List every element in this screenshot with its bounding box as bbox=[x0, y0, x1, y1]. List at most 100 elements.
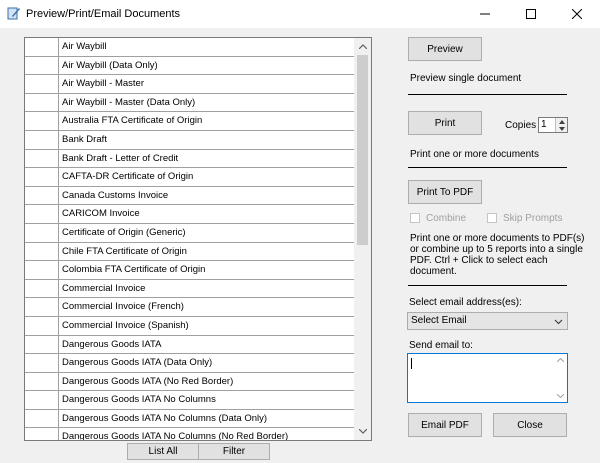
list-item[interactable]: Air Waybill bbox=[25, 38, 354, 57]
scroll-thumb[interactable] bbox=[357, 55, 368, 245]
document-name: Bank Draft bbox=[59, 131, 354, 150]
email-address-select[interactable]: Select Email bbox=[407, 312, 568, 330]
window-title: Preview/Print/Email Documents bbox=[26, 8, 181, 20]
chevron-up-icon bbox=[558, 119, 565, 124]
text-caret bbox=[411, 358, 412, 369]
row-header-cell[interactable] bbox=[25, 279, 59, 299]
copies-value: 1 bbox=[541, 119, 547, 130]
list-item[interactable]: CAFTA-DR Certificate of Origin bbox=[25, 168, 354, 187]
list-item[interactable]: Commercial Invoice bbox=[25, 279, 354, 299]
row-header-cell[interactable] bbox=[25, 354, 59, 373]
row-header-cell[interactable] bbox=[25, 56, 59, 76]
row-header-cell[interactable] bbox=[25, 223, 59, 243]
list-item[interactable]: Bank Draft - Letter of Credit bbox=[25, 149, 354, 169]
list-scrollbar[interactable] bbox=[354, 38, 371, 440]
print-description: Print one or more documents bbox=[410, 149, 539, 160]
row-header-cell[interactable] bbox=[25, 242, 59, 262]
scroll-down-button[interactable] bbox=[354, 423, 371, 440]
list-item[interactable]: Dangerous Goods IATA (Data Only) bbox=[25, 354, 354, 373]
document-name: Australia FTA Certificate of Origin bbox=[59, 112, 354, 131]
row-header-cell[interactable] bbox=[25, 205, 59, 224]
minimize-button[interactable] bbox=[462, 0, 508, 28]
row-header-cell[interactable] bbox=[25, 298, 59, 317]
list-item[interactable]: Dangerous Goods IATA No Columns (No Red … bbox=[25, 428, 354, 440]
document-name: Air Waybill bbox=[59, 38, 354, 57]
list-item[interactable]: Air Waybill - Master (Data Only) bbox=[25, 93, 354, 113]
send-email-label: Send email to: bbox=[409, 340, 473, 351]
document-name: Bank Draft - Letter of Credit bbox=[59, 150, 354, 169]
divider bbox=[408, 94, 567, 95]
copies-decrement[interactable] bbox=[556, 125, 567, 132]
chevron-down-icon bbox=[553, 390, 567, 402]
list-item[interactable]: CARICOM Invoice bbox=[25, 205, 354, 224]
maximize-button[interactable] bbox=[508, 0, 554, 28]
pdf-description-line: document. bbox=[410, 266, 457, 277]
row-header-cell[interactable] bbox=[25, 168, 59, 187]
pdf-description-line: or combine up to 5 reports into a single bbox=[410, 244, 583, 255]
list-all-button[interactable]: List All bbox=[127, 443, 199, 460]
list-item[interactable]: Commercial Invoice (French) bbox=[25, 298, 354, 317]
document-name: Dangerous Goods IATA No Columns (No Red … bbox=[59, 428, 354, 440]
list-item[interactable]: Bank Draft bbox=[25, 130, 354, 150]
document-name: Dangerous Goods IATA (Data Only) bbox=[59, 354, 354, 373]
send-email-input[interactable] bbox=[407, 353, 568, 403]
document-name: Air Waybill - Master (Data Only) bbox=[59, 94, 354, 113]
row-header-cell[interactable] bbox=[25, 316, 59, 336]
list-item[interactable]: Air Waybill (Data Only) bbox=[25, 56, 354, 76]
document-name: Dangerous Goods IATA No Columns (Data On… bbox=[59, 410, 354, 429]
list-item[interactable]: Dangerous Goods IATA bbox=[25, 335, 354, 355]
divider bbox=[408, 285, 567, 286]
pdf-description: Print one or more documents to PDF(s) or… bbox=[410, 233, 585, 277]
list-item[interactable]: Dangerous Goods IATA (No Red Border) bbox=[25, 372, 354, 392]
filter-button[interactable]: Filter bbox=[198, 443, 270, 460]
row-header-cell[interactable] bbox=[25, 149, 59, 169]
skip-prompts-label: Skip Prompts bbox=[503, 213, 563, 224]
chevron-down-icon bbox=[358, 429, 367, 434]
row-header-cell[interactable] bbox=[25, 372, 59, 392]
scroll-up-button[interactable] bbox=[354, 38, 371, 55]
chevron-up-icon bbox=[553, 354, 567, 366]
row-header-cell[interactable] bbox=[25, 261, 59, 280]
document-name: Commercial Invoice (French) bbox=[59, 298, 354, 317]
document-name: Commercial Invoice bbox=[59, 280, 354, 299]
list-item[interactable]: Chile FTA Certificate of Origin bbox=[25, 242, 354, 262]
list-item[interactable]: Dangerous Goods IATA No Columns (Data On… bbox=[25, 409, 354, 429]
row-header-cell[interactable] bbox=[25, 409, 59, 429]
list-item[interactable]: Canada Customs Invoice bbox=[25, 186, 354, 206]
chevron-down-icon bbox=[558, 126, 565, 131]
row-header-cell[interactable] bbox=[25, 391, 59, 410]
list-item[interactable]: Colombia FTA Certificate of Origin bbox=[25, 261, 354, 280]
document-name: CARICOM Invoice bbox=[59, 205, 354, 224]
list-item[interactable]: Air Waybill - Master bbox=[25, 75, 354, 94]
pdf-description-line: PDF. Ctrl + Click to select each bbox=[410, 255, 548, 266]
list-item[interactable]: Dangerous Goods IATA No Columns bbox=[25, 391, 354, 410]
document-list[interactable]: Air Waybill Air Waybill (Data Only) Air Wa… bbox=[24, 37, 372, 441]
close-window-button[interactable] bbox=[554, 0, 600, 28]
copies-increment[interactable] bbox=[556, 118, 567, 125]
combine-checkbox[interactable] bbox=[410, 213, 420, 223]
email-input-scrollbar[interactable] bbox=[553, 354, 567, 402]
close-button[interactable]: Close bbox=[493, 413, 567, 437]
row-header-cell[interactable] bbox=[25, 335, 59, 355]
email-pdf-button[interactable]: Email PDF bbox=[408, 413, 482, 437]
print-to-pdf-button[interactable]: Print To PDF bbox=[408, 180, 482, 204]
row-header-cell[interactable] bbox=[25, 75, 59, 94]
row-header-cell[interactable] bbox=[25, 130, 59, 150]
email-select-value: Select Email bbox=[411, 315, 467, 326]
document-name: Certificate of Origin (Generic) bbox=[59, 224, 354, 243]
combine-label: Combine bbox=[426, 213, 467, 224]
row-header-cell[interactable] bbox=[25, 38, 59, 57]
skip-prompts-checkbox[interactable] bbox=[487, 213, 497, 223]
list-item[interactable]: Australia FTA Certificate of Origin bbox=[25, 112, 354, 131]
chevron-up-icon bbox=[358, 44, 367, 49]
list-item[interactable]: Certificate of Origin (Generic) bbox=[25, 223, 354, 243]
preview-button[interactable]: Preview bbox=[408, 37, 482, 61]
copies-stepper[interactable]: 1 bbox=[538, 117, 568, 133]
list-item[interactable]: Commercial Invoice (Spanish) bbox=[25, 316, 354, 336]
row-header-cell[interactable] bbox=[25, 93, 59, 113]
row-header-cell[interactable] bbox=[25, 186, 59, 206]
print-button[interactable]: Print bbox=[408, 111, 482, 135]
row-header-cell[interactable] bbox=[25, 428, 59, 440]
select-email-label: Select email address(es): bbox=[409, 297, 522, 308]
row-header-cell[interactable] bbox=[25, 112, 59, 131]
